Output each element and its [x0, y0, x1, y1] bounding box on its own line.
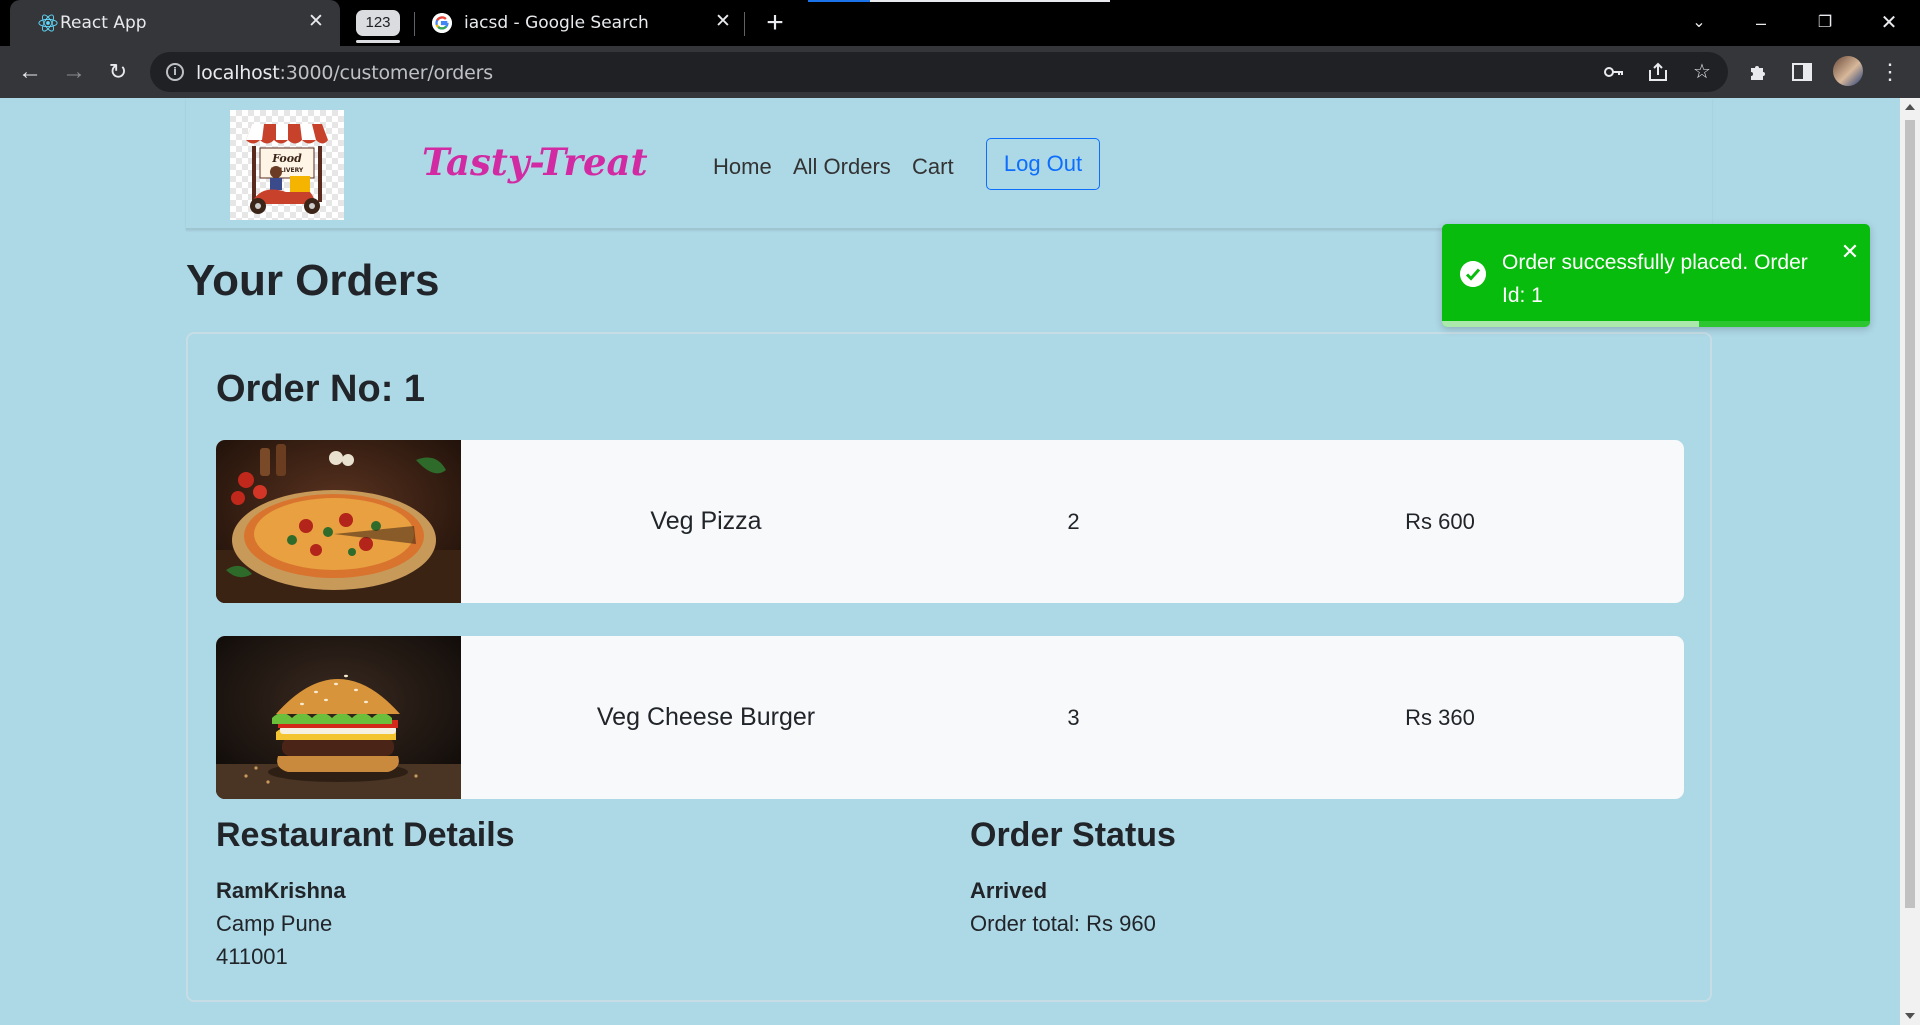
order-total: Order total: Rs 960 — [970, 911, 1156, 936]
close-tab-icon[interactable]: ✕ — [711, 10, 735, 34]
toast-progress-bar — [1442, 321, 1699, 327]
restore-icon[interactable]: ❐ — [1802, 6, 1848, 40]
page-content: Food DELIVERY Tasty-Treat Home All Order… — [0, 98, 1900, 1025]
react-logo-icon — [38, 14, 58, 32]
minimize-icon[interactable]: – — [1738, 6, 1784, 40]
item-price: Rs 360 — [1405, 705, 1475, 730]
order-status-heading: Order Status — [970, 816, 1176, 854]
order-item-row: Veg Cheese Burger 3 Rs 360 — [216, 636, 1684, 799]
nav-link-all-orders[interactable]: All Orders — [793, 154, 891, 180]
restaurant-address: Camp Pune — [216, 911, 333, 936]
site-navbar: Food DELIVERY Tasty-Treat Home All Order… — [186, 98, 1712, 230]
scroll-up-arrow-icon[interactable] — [1905, 104, 1915, 110]
url-text[interactable]: localhost:3000/customer/orders — [196, 62, 493, 84]
item-name: Veg Pizza — [650, 507, 762, 535]
bookmark-star-icon[interactable]: ☆ — [1690, 60, 1714, 84]
back-arrow-icon[interactable]: ← — [14, 56, 46, 88]
new-tab-plus-icon[interactable]: + — [760, 6, 790, 40]
scrollbar-thumb[interactable] — [1905, 120, 1915, 908]
close-icon[interactable]: ✕ — [1838, 240, 1862, 264]
item-name: Veg Cheese Burger — [596, 703, 816, 731]
side-panel-icon[interactable] — [1790, 60, 1814, 84]
page-title: Your Orders — [186, 256, 440, 305]
delivery-scooter-icon: Food DELIVERY — [246, 124, 328, 214]
key-icon[interactable] — [1602, 60, 1626, 84]
success-toast[interactable]: Order successfully placed. Order Id: 1 ✕ — [1442, 224, 1870, 327]
burger-image — [216, 636, 461, 799]
order-number: Order No: 1 — [216, 368, 426, 410]
extensions-puzzle-icon[interactable] — [1746, 60, 1770, 84]
google-logo-icon — [432, 13, 452, 33]
tab-title: React App — [60, 13, 147, 33]
restaurant-pincode: 411001 — [216, 944, 288, 969]
forward-arrow-icon[interactable]: → — [58, 56, 90, 88]
tab-separator — [414, 12, 415, 36]
page-scrollbar[interactable] — [1900, 98, 1920, 1025]
share-icon[interactable] — [1646, 60, 1670, 84]
tab-separator — [744, 12, 745, 36]
close-tab-icon[interactable]: ✕ — [304, 10, 328, 34]
item-quantity: 3 — [1067, 705, 1080, 730]
scroll-down-arrow-icon[interactable] — [1905, 1013, 1915, 1019]
tab-search-icon[interactable]: ⌄ — [1676, 6, 1722, 40]
tab-group-chip[interactable]: 123 — [356, 10, 400, 36]
site-info-icon[interactable]: i — [166, 63, 184, 81]
address-bar[interactable]: i localhost:3000/customer/orders ☆ — [150, 52, 1728, 92]
browser-toolbar: ← → ↻ i localhost:3000/customer/orders ☆… — [0, 46, 1920, 98]
reload-icon[interactable]: ↻ — [102, 56, 134, 88]
loading-indicator — [808, 0, 870, 2]
order-card: Order No: 1 Veg Pizza 2 Rs 600 Veg Chees… — [186, 332, 1712, 1002]
tab-strip: React App ✕ 123 iacsd - Google Search ✕ … — [0, 0, 1920, 46]
window-close-icon[interactable]: ✕ — [1866, 6, 1912, 40]
loading-indicator — [870, 0, 1110, 2]
restaurant-details-heading: Restaurant Details — [216, 816, 515, 854]
pizza-image — [216, 440, 461, 603]
order-item-row: Veg Pizza 2 Rs 600 — [216, 440, 1684, 603]
tab-title[interactable]: iacsd - Google Search — [464, 13, 649, 33]
profile-avatar[interactable] — [1833, 56, 1863, 86]
order-status-value: Arrived — [970, 878, 1048, 903]
item-quantity: 2 — [1067, 509, 1080, 534]
nav-link-cart[interactable]: Cart — [912, 154, 954, 180]
item-price: Rs 600 — [1405, 509, 1475, 534]
nav-link-home[interactable]: Home — [713, 154, 772, 180]
logo-text: Food — [271, 152, 302, 165]
menu-kebab-icon[interactable]: ⋮ — [1878, 60, 1902, 84]
logout-button[interactable]: Log Out — [986, 138, 1100, 190]
brand-title[interactable]: Tasty-Treat — [422, 140, 648, 184]
check-circle-icon — [1460, 261, 1486, 287]
restaurant-name: RamKrishna — [216, 878, 346, 903]
tab-group-underline — [356, 40, 400, 43]
food-delivery-logo[interactable]: Food DELIVERY — [230, 110, 344, 220]
toast-message: Order successfully placed. Order Id: 1 — [1502, 251, 1808, 307]
tab-react-app[interactable]: React App ✕ — [10, 0, 340, 46]
